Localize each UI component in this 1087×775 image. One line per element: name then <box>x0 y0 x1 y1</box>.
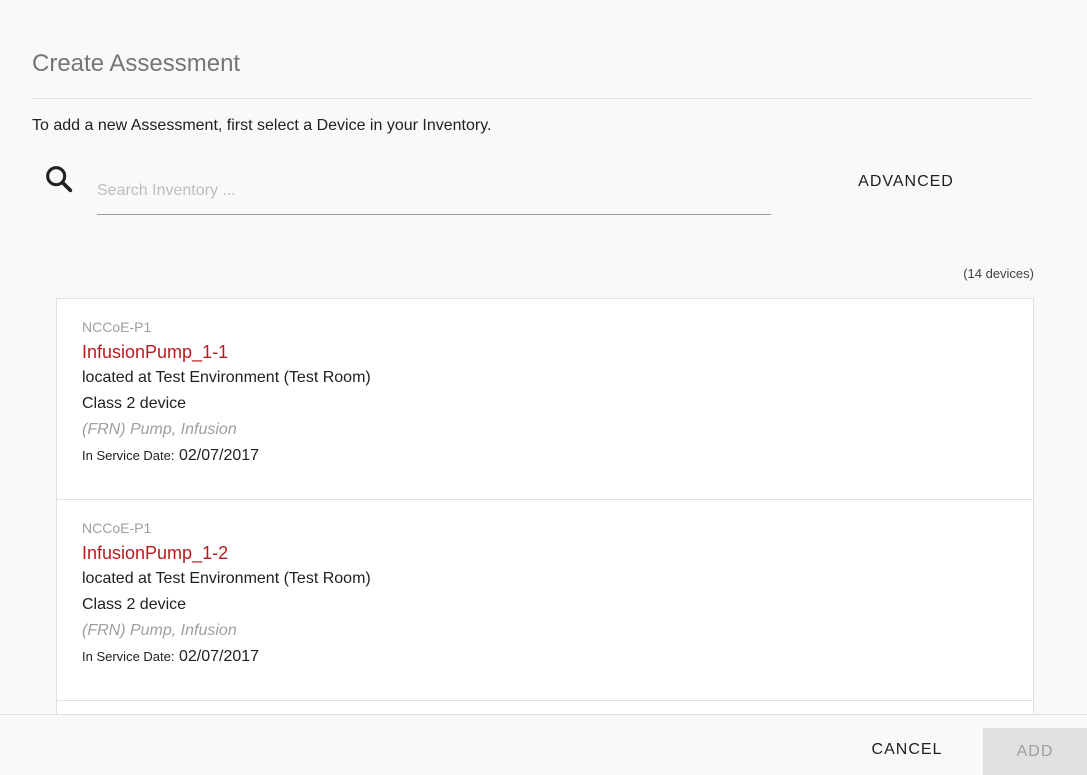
device-location: located at Test Environment (Test Room) <box>82 369 371 386</box>
service-date-label: In Service Date: <box>82 649 175 664</box>
dialog-footer: CANCEL ADD <box>0 714 1087 775</box>
device-list-item[interactable]: NCCoE-P1 InfusionPump_1-2 located at Tes… <box>57 500 1033 701</box>
create-assessment-dialog: Create Assessment To add a new Assessmen… <box>0 0 1087 775</box>
device-service-date: In Service Date: 02/07/2017 <box>82 646 1033 668</box>
device-class: Class 2 device <box>82 395 187 412</box>
service-date-value: 02/07/2017 <box>178 648 260 665</box>
advanced-search-button[interactable]: ADVANCED <box>840 166 972 198</box>
device-class: Class 2 device <box>82 596 187 613</box>
search-icon <box>42 162 76 196</box>
device-count: (14 devices) <box>963 266 1034 281</box>
device-type: (FRN) Pump, Infusion <box>82 622 237 639</box>
device-org: NCCoE-P1 <box>82 520 152 536</box>
device-location: located at Test Environment (Test Room) <box>82 570 371 587</box>
device-name: InfusionPump_1-2 <box>82 543 229 563</box>
device-list: NCCoE-P1 InfusionPump_1-1 located at Tes… <box>56 298 1034 714</box>
service-date-value: 02/07/2017 <box>178 447 260 464</box>
device-name: InfusionPump_1-1 <box>82 342 229 362</box>
device-org: NCCoE-P1 <box>82 319 152 335</box>
dialog-title: Create Assessment <box>32 50 241 77</box>
search-input[interactable] <box>97 168 771 215</box>
device-list-item[interactable]: NCCoE-P1 InfusionPump_1-1 located at Tes… <box>57 299 1033 500</box>
cancel-button[interactable]: CANCEL <box>851 728 963 772</box>
title-divider <box>32 98 1031 99</box>
device-service-date: In Service Date: 02/07/2017 <box>82 445 1033 467</box>
device-type: (FRN) Pump, Infusion <box>82 421 237 438</box>
service-date-label: In Service Date: <box>82 448 175 463</box>
instructions-text: To add a new Assessment, first select a … <box>32 117 492 134</box>
add-button[interactable]: ADD <box>983 728 1087 775</box>
